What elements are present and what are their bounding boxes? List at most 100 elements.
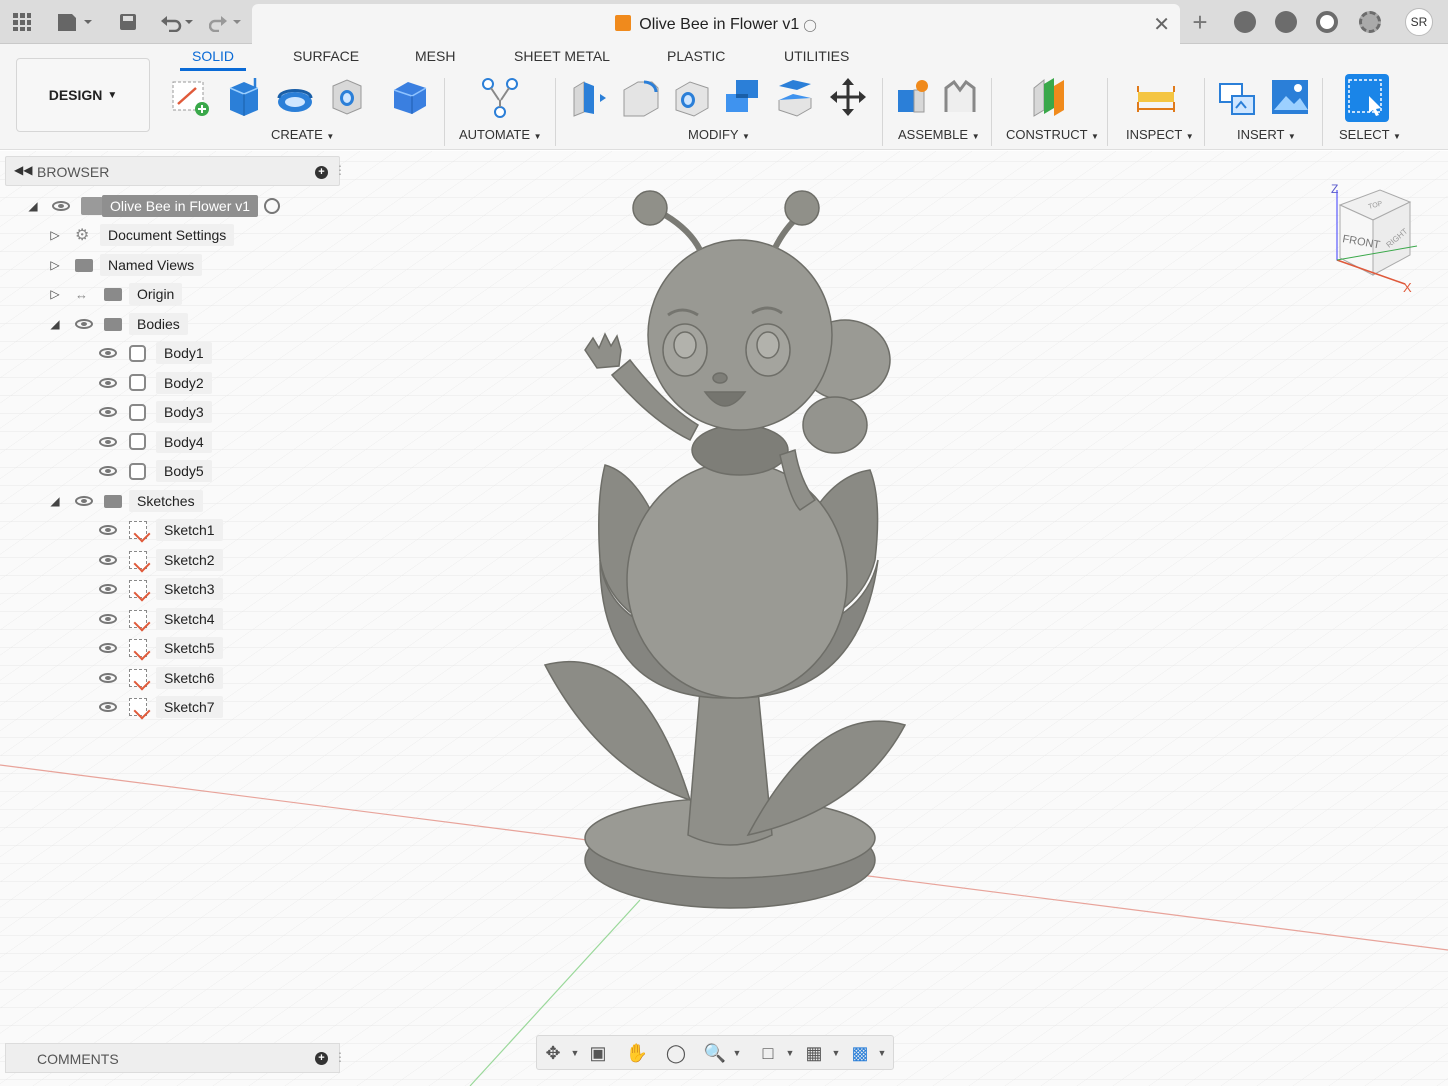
move-copy-tool[interactable] xyxy=(828,76,868,118)
tree-item-root[interactable]: ◢ Olive Bee in Flower v1 xyxy=(5,193,340,219)
file-icon[interactable] xyxy=(55,8,95,36)
help-icon[interactable] xyxy=(1314,8,1340,36)
visibility-eye-icon[interactable] xyxy=(99,584,117,594)
revolve-tool[interactable] xyxy=(275,76,315,118)
browser-header: ◀◀ BROWSER + ⋮ xyxy=(5,156,346,186)
viewports-icon[interactable]: ▩ xyxy=(849,1042,871,1064)
browser-panel: ◀◀ BROWSER + ⋮ ◢ Olive Bee in Flower v1 … xyxy=(5,156,346,726)
caret-down-icon[interactable]: ▼ xyxy=(564,1042,586,1064)
automate-menu[interactable]: AUTOMATE xyxy=(459,127,530,142)
modify-menu[interactable]: MODIFY xyxy=(688,127,738,142)
measure-tool[interactable] xyxy=(1136,76,1176,118)
select-tool[interactable] xyxy=(1345,74,1389,122)
notifications-icon[interactable] xyxy=(1273,8,1299,36)
insert-derive-tool[interactable] xyxy=(1218,76,1258,118)
document-title: Olive Bee in Flower v1 xyxy=(639,16,800,33)
new-tab-plus-icon[interactable]: + xyxy=(1186,7,1214,37)
assemble-menu[interactable]: ASSEMBLE xyxy=(898,127,968,142)
expanded-triangle-icon[interactable]: ◢ xyxy=(49,494,61,508)
caret-down-icon[interactable]: ▼ xyxy=(779,1042,801,1064)
panel-grip-icon[interactable]: ⋮ xyxy=(334,1050,346,1064)
tab-utilities[interactable]: UTILITIES xyxy=(784,48,849,64)
redo-icon[interactable] xyxy=(208,8,244,36)
pan-hand-icon[interactable]: ✋ xyxy=(626,1042,648,1064)
visibility-eye-icon[interactable] xyxy=(52,201,70,211)
tab-solid[interactable]: SOLID xyxy=(179,48,247,71)
press-pull-tool[interactable] xyxy=(570,76,610,118)
tab-plastic[interactable]: PLASTIC xyxy=(667,48,725,64)
visibility-eye-icon[interactable] xyxy=(99,643,117,653)
body-label: Body5 xyxy=(156,460,212,482)
visibility-eye-icon[interactable] xyxy=(99,702,117,712)
new-component-tool[interactable] xyxy=(894,76,934,118)
zoom-window-icon[interactable]: ◯ xyxy=(665,1042,687,1064)
visibility-eye-icon[interactable] xyxy=(99,672,117,683)
visibility-eye-icon[interactable] xyxy=(99,554,117,565)
user-avatar[interactable]: SR xyxy=(1405,8,1433,36)
caret-down-icon[interactable]: ▼ xyxy=(871,1042,893,1064)
visibility-eye-icon[interactable] xyxy=(75,319,93,329)
insert-canvas-tool[interactable] xyxy=(1270,76,1310,118)
display-settings-icon[interactable]: □ xyxy=(757,1042,779,1064)
tab-mesh[interactable]: MESH xyxy=(415,48,455,64)
zoom-icon[interactable]: 🔍 xyxy=(704,1042,726,1064)
visibility-eye-icon[interactable] xyxy=(99,348,117,358)
origin-axes-icon[interactable]: ↔ xyxy=(75,287,88,302)
sketch-label: Sketch6 xyxy=(156,666,223,689)
visibility-eye-icon[interactable] xyxy=(99,377,117,388)
offset-plane-tool[interactable] xyxy=(1030,76,1070,118)
look-at-icon[interactable]: ▣ xyxy=(587,1042,609,1064)
document-tab[interactable]: Olive Bee in Flower v1 ◯ ✕ xyxy=(252,4,1180,44)
select-menu[interactable]: SELECT xyxy=(1339,127,1389,142)
body-icon xyxy=(129,433,146,450)
expanded-triangle-icon[interactable]: ◢ xyxy=(49,317,61,331)
viewcube[interactable]: FRONT RIGHT TOP Z X xyxy=(1325,180,1430,295)
joint-tool[interactable] xyxy=(940,76,980,118)
expanded-triangle-icon[interactable]: ◢ xyxy=(27,199,39,213)
combine-tool[interactable] xyxy=(722,76,762,118)
insert-menu[interactable]: INSERT xyxy=(1237,127,1284,142)
offset-face-tool[interactable] xyxy=(775,76,815,118)
collapse-panel-icon[interactable]: ◀◀ xyxy=(14,163,32,177)
apps-grid-icon[interactable] xyxy=(10,8,34,36)
visibility-eye-icon[interactable] xyxy=(99,436,117,447)
visibility-eye-icon[interactable] xyxy=(99,407,117,417)
browser-pin-icon[interactable]: + xyxy=(315,166,328,179)
caret-down-icon[interactable]: ▼ xyxy=(825,1042,847,1064)
tab-surface[interactable]: SURFACE xyxy=(293,48,359,64)
grid-settings-icon[interactable]: ▦ xyxy=(803,1042,825,1064)
visibility-eye-icon[interactable] xyxy=(99,466,117,476)
comments-panel[interactable]: COMMENTS + ⋮ xyxy=(5,1043,346,1073)
construct-menu[interactable]: CONSTRUCT xyxy=(1006,127,1087,142)
create-menu[interactable]: CREATE xyxy=(271,127,323,142)
save-icon[interactable] xyxy=(116,8,140,36)
automate-tool[interactable] xyxy=(480,76,520,118)
box-tool[interactable] xyxy=(390,76,430,118)
tab-sheet-metal[interactable]: SHEET METAL xyxy=(514,48,610,64)
visibility-eye-icon[interactable] xyxy=(75,496,93,506)
fillet-tool[interactable] xyxy=(620,76,660,118)
shell-tool[interactable] xyxy=(672,76,712,118)
caret-down-icon[interactable]: ▼ xyxy=(726,1042,748,1064)
collapsed-triangle-icon[interactable]: ▷ xyxy=(49,287,61,301)
extrude-tool[interactable] xyxy=(224,76,264,118)
sketch-icon xyxy=(129,668,147,687)
collapsed-triangle-icon[interactable]: ▷ xyxy=(49,228,61,242)
panel-grip-icon[interactable]: ⋮ xyxy=(334,163,346,177)
workspace-switcher[interactable]: DESIGN ▼ xyxy=(16,58,150,132)
visibility-eye-icon[interactable] xyxy=(99,525,117,535)
collapsed-triangle-icon[interactable]: ▷ xyxy=(49,258,61,272)
visibility-eye-icon[interactable] xyxy=(99,613,117,624)
add-comment-icon[interactable]: + xyxy=(315,1052,328,1065)
undo-icon[interactable] xyxy=(158,8,198,36)
close-tab-icon[interactable]: ✕ xyxy=(1153,12,1170,37)
component-icon xyxy=(81,197,103,215)
inspect-menu[interactable]: INSPECT xyxy=(1126,127,1182,142)
root-component-label: Olive Bee in Flower v1 xyxy=(102,195,259,217)
hole-tool[interactable] xyxy=(327,76,367,118)
create-sketch-tool[interactable] xyxy=(170,76,210,118)
job-status-icon[interactable] xyxy=(1232,8,1258,36)
orbit-icon[interactable]: ✥ xyxy=(542,1042,564,1064)
activate-radio-icon[interactable] xyxy=(264,198,280,214)
settings-icon[interactable] xyxy=(1357,8,1383,36)
